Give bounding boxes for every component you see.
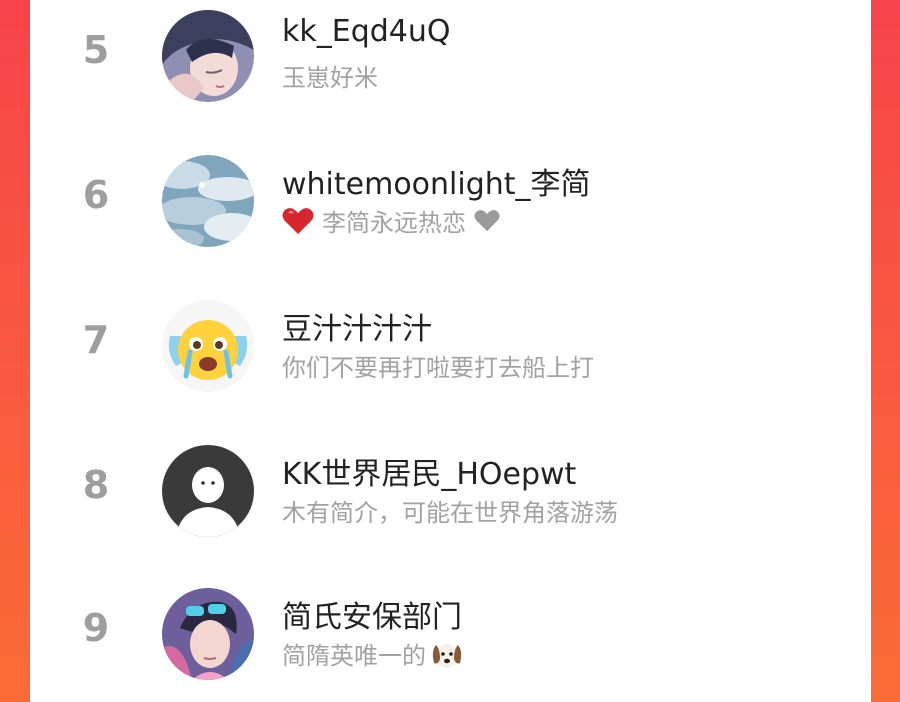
rank-number: 9 <box>82 606 110 650</box>
anime-boy-avatar-icon[interactable] <box>162 10 254 102</box>
leaderboard-panel: 5 kk_Eqd4uQ 玉崽好米 6 whitemoonlight_李简 李简永… <box>30 0 871 702</box>
leaderboard-row[interactable]: 5 kk_Eqd4uQ 玉崽好米 <box>30 0 871 110</box>
user-bio: 李简永远热恋 <box>282 203 500 238</box>
bio-text: 李简永远热恋 <box>322 209 466 237</box>
leaderboard-row[interactable]: 6 whitemoonlight_李简 李简永远热恋 <box>30 145 871 255</box>
bio-text: 你们不要再打啦要打去船上打 <box>282 354 594 382</box>
bio-text: 木有简介，可能在世界角落游荡 <box>282 499 618 527</box>
username: whitemoonlight_李简 <box>282 167 591 202</box>
bio-text: 玉崽好米 <box>282 64 378 92</box>
username: KK世界居民_HOepwt <box>282 457 577 492</box>
username: 豆汁汁汁汁 <box>282 312 432 347</box>
username: 简氏安保部门 <box>282 600 462 635</box>
user-bio: 玉崽好米 <box>282 58 378 93</box>
red-heart-icon <box>282 207 314 235</box>
rank-number: 5 <box>82 28 110 72</box>
username: kk_Eqd4uQ <box>282 14 451 49</box>
bio-text: 简隋英唯一的 <box>282 642 426 670</box>
user-bio: 木有简介，可能在世界角落游荡 <box>282 493 618 528</box>
anime-man-sunglasses-avatar-icon[interactable] <box>162 588 254 680</box>
cloudy-sky-avatar-icon[interactable] <box>162 155 254 247</box>
rank-number: 8 <box>82 463 110 507</box>
user-bio: 你们不要再打啦要打去船上打 <box>282 348 594 383</box>
grey-heart-icon <box>474 209 500 232</box>
default-user-avatar-icon[interactable] <box>162 445 254 537</box>
leaderboard-row[interactable]: 9 简氏安保部门 简隋英唯一的 <box>30 578 871 688</box>
rank-number: 7 <box>82 318 110 362</box>
dog-face-icon <box>430 637 464 671</box>
app-frame: 5 kk_Eqd4uQ 玉崽好米 6 whitemoonlight_李简 李简永… <box>0 0 900 702</box>
leaderboard-row[interactable]: 8 KK世界居民_HOepwt 木有简介，可能在世界角落游荡 <box>30 435 871 545</box>
rank-number: 6 <box>82 173 110 217</box>
crying-emoji-avatar-icon[interactable] <box>162 300 254 392</box>
leaderboard-row[interactable]: 7 豆汁汁汁汁 你们不要再打啦要打去船上打 <box>30 290 871 400</box>
user-bio: 简隋英唯一的 <box>282 636 464 671</box>
